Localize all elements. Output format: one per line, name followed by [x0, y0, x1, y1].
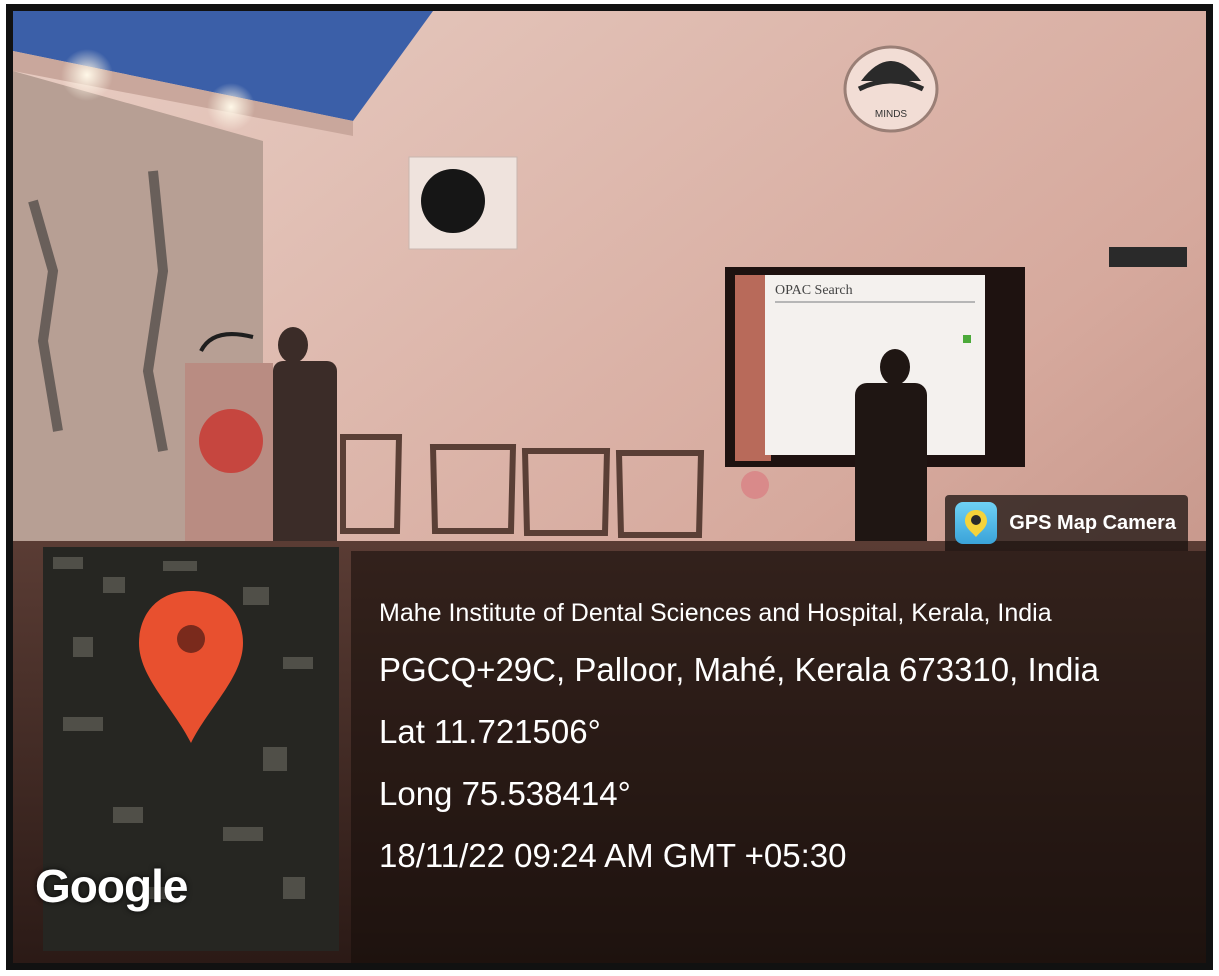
gps-map-camera-app-icon	[955, 502, 998, 544]
podium	[185, 332, 273, 549]
wall-plaque	[1109, 247, 1187, 267]
screen-title: OPAC Search	[775, 283, 853, 298]
address: PGCQ+29C, Palloor, Mahé, Kerala 673310, …	[379, 651, 1100, 688]
photo-frame: MINDS OPAC Search Google GPS Map Camera …	[6, 4, 1213, 970]
longitude: Long 75.538414°	[379, 775, 631, 812]
flower-vase	[741, 471, 769, 499]
latitude: Lat 11.721506°	[379, 713, 601, 750]
minds-wall-logo: MINDS	[843, 45, 939, 133]
place-name: Mahe Institute of Dental Sciences and Ho…	[379, 599, 1052, 627]
ceiling-lamp	[61, 49, 113, 101]
gps-map-camera-badge: GPS Map Camera	[945, 495, 1188, 551]
datetime: 18/11/22 09:24 AM GMT +05:30	[379, 837, 847, 874]
gps-map-camera-label: GPS Map Camera	[1009, 511, 1176, 534]
logo-text: MINDS	[875, 109, 908, 120]
google-map-label: Google	[35, 860, 188, 912]
ceiling-lamp	[207, 83, 255, 131]
